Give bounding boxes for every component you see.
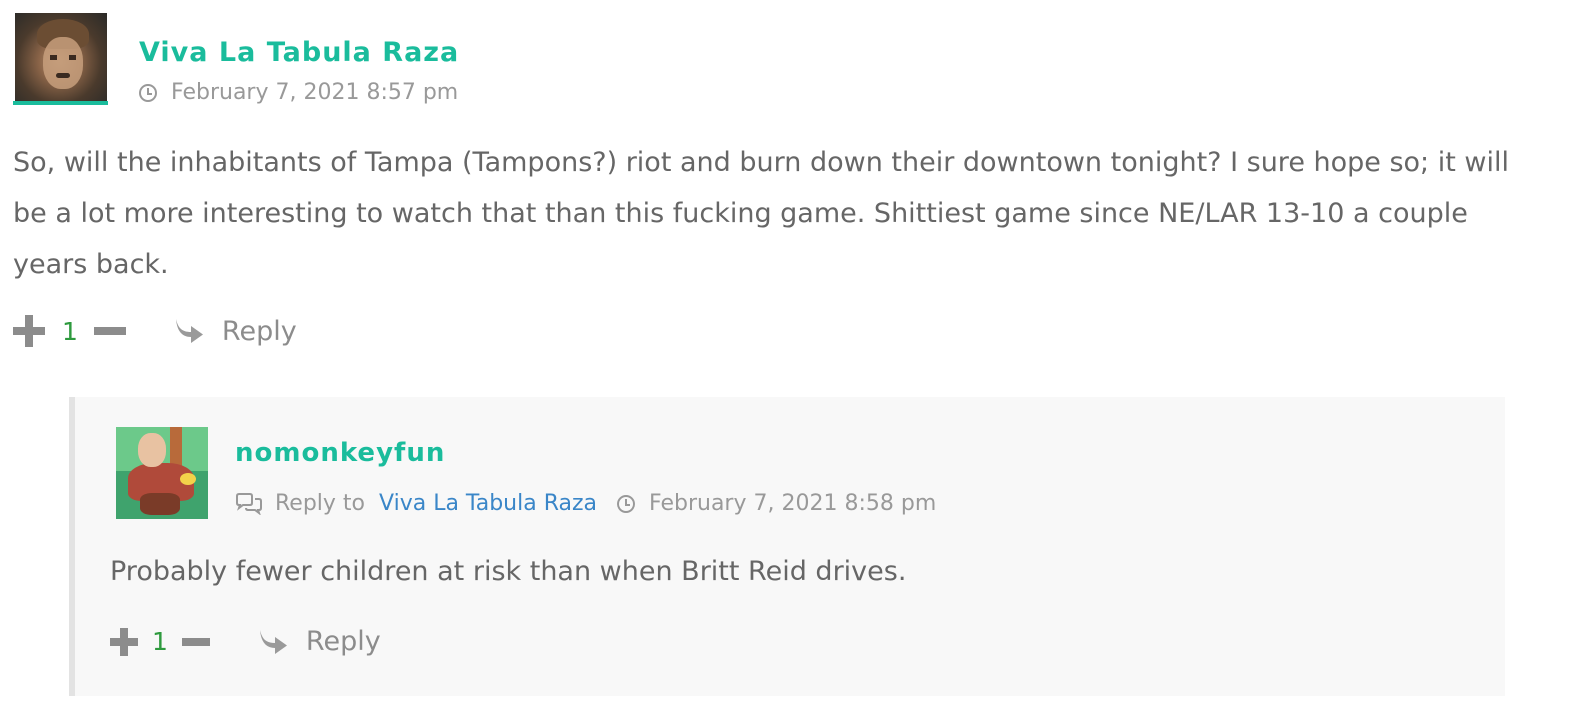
comment-text: Probably fewer children at risk than whe… xyxy=(110,556,907,587)
vote-count: 1 xyxy=(152,627,168,656)
reply-comment: nomonkeyfun Reply to Viva La Tabula Raza… xyxy=(69,397,1505,696)
comments-icon xyxy=(236,492,262,515)
downvote-minus-icon[interactable] xyxy=(93,315,126,347)
upvote-plus-icon[interactable] xyxy=(110,627,138,656)
vote-count: 1 xyxy=(62,316,78,346)
reply-button[interactable]: Reply xyxy=(222,316,297,347)
reply-arrow-icon[interactable] xyxy=(256,627,290,657)
avatar[interactable] xyxy=(13,13,108,106)
comment-actions: 1 Reply xyxy=(13,315,297,347)
comment-date[interactable]: February 7, 2021 8:57 pm xyxy=(171,80,458,105)
upvote-plus-icon[interactable] xyxy=(13,315,45,347)
reply-button[interactable]: Reply xyxy=(306,626,381,657)
reply-arrow-icon[interactable] xyxy=(172,316,206,346)
avatar-image xyxy=(15,13,107,101)
comment-author[interactable]: Viva La Tabula Raza xyxy=(139,37,459,68)
reply-to-author-link[interactable]: Viva La Tabula Raza xyxy=(379,491,597,516)
comment-meta: February 7, 2021 8:57 pm xyxy=(139,80,458,105)
comment-actions: 1 Reply xyxy=(110,626,381,657)
reply-to-label: Reply to xyxy=(275,491,366,516)
comment-meta: Reply to Viva La Tabula Raza February 7,… xyxy=(235,491,936,516)
comment: Viva La Tabula Raza February 7, 2021 8:5… xyxy=(0,0,1572,395)
comment-text: So, will the inhabitants of Tampa (Tampo… xyxy=(13,147,1509,280)
avatar-underline xyxy=(13,101,108,105)
avatar[interactable] xyxy=(116,427,208,519)
clock-icon xyxy=(617,494,636,513)
clock-icon xyxy=(139,83,157,102)
comment-author[interactable]: nomonkeyfun xyxy=(235,438,445,468)
downvote-minus-icon[interactable] xyxy=(181,628,210,656)
comment-date[interactable]: February 7, 2021 8:58 pm xyxy=(649,491,936,516)
